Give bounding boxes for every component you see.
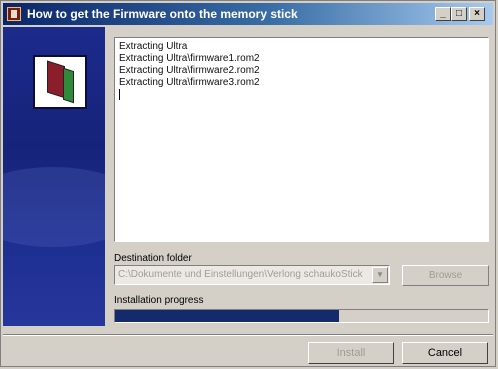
log-line: Extracting Ultra\firmware2.rom2 [119, 65, 260, 76]
minimize-button[interactable]: _ [435, 7, 451, 21]
destination-label: Destination folder [114, 253, 192, 264]
window-title: How to get the Firmware onto the memory … [27, 7, 298, 21]
sidebar-banner [3, 27, 105, 326]
app-icon[interactable] [7, 7, 21, 21]
log-line: Extracting Ultra\firmware1.rom2 [119, 53, 260, 64]
cancel-button[interactable]: Cancel [402, 342, 488, 364]
book-logo-icon [33, 55, 87, 109]
chevron-down-icon[interactable]: ▼ [372, 267, 388, 283]
maximize-button[interactable]: □ [451, 7, 467, 21]
installer-window: How to get the Firmware onto the memory … [0, 0, 496, 367]
browse-button[interactable]: Browse [402, 265, 489, 286]
destination-value: C:\Dokumente und Einstellungen\Verlong s… [118, 269, 363, 280]
title-bar[interactable]: How to get the Firmware onto the memory … [3, 3, 493, 25]
install-button[interactable]: Install [308, 342, 394, 364]
close-button[interactable]: × [469, 7, 485, 21]
divider [3, 334, 493, 336]
log-line: Extracting Ultra\firmware3.rom2 [119, 77, 260, 88]
progress-fill [115, 310, 339, 322]
text-caret [119, 89, 120, 100]
extraction-log[interactable]: Extracting Ultra Extracting Ultra\firmwa… [114, 37, 489, 242]
progress-bar [114, 309, 489, 323]
destination-select[interactable]: C:\Dokumente und Einstellungen\Verlong s… [114, 265, 390, 285]
progress-label: Installation progress [114, 295, 204, 306]
log-line: Extracting Ultra [119, 41, 188, 52]
